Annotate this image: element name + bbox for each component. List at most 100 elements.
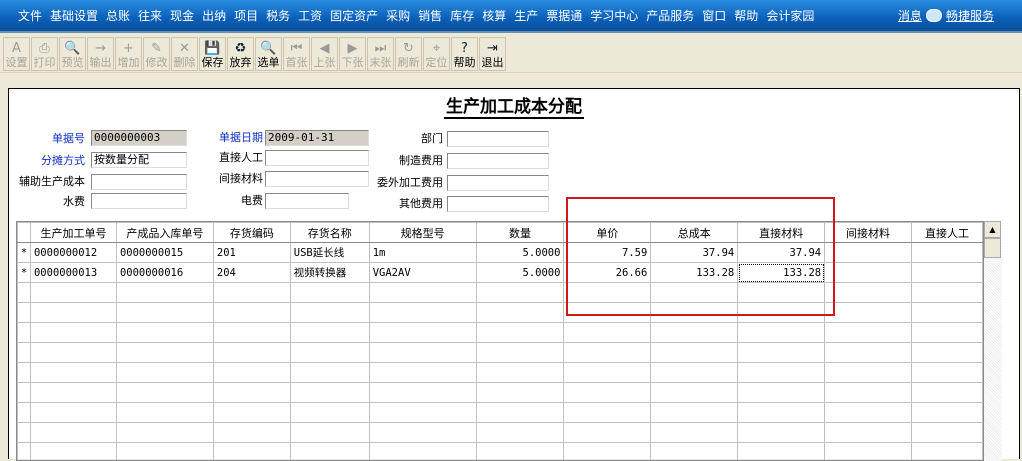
table-cell[interactable] — [290, 283, 369, 303]
dept-field[interactable] — [447, 131, 549, 147]
table-cell[interactable] — [651, 283, 738, 303]
menu-item[interactable]: 帮助 — [734, 7, 758, 24]
table-cell[interactable] — [564, 443, 651, 461]
table-cell[interactable]: 204 — [213, 263, 290, 283]
table-cell[interactable] — [369, 283, 476, 303]
table-cell[interactable] — [30, 443, 116, 461]
table-cell[interactable] — [564, 383, 651, 403]
table-cell[interactable]: USB延长线 — [290, 243, 369, 263]
table-cell[interactable] — [290, 403, 369, 423]
table-cell[interactable]: 5.0000 — [476, 243, 564, 263]
aux-cost-field[interactable] — [91, 174, 187, 190]
table-cell[interactable] — [564, 403, 651, 423]
column-header[interactable]: 单价 — [564, 223, 651, 243]
table-cell[interactable] — [912, 363, 983, 383]
table-cell[interactable] — [213, 403, 290, 423]
table-cell[interactable] — [369, 383, 476, 403]
menu-item[interactable]: 票据通 — [546, 7, 582, 24]
table-cell[interactable]: 5.0000 — [476, 263, 564, 283]
table-cell[interactable]: 视频转换器 — [290, 263, 369, 283]
table-cell[interactable] — [912, 303, 983, 323]
menu-item[interactable]: 税务 — [266, 7, 290, 24]
table-cell[interactable]: 133.28 — [738, 263, 825, 283]
table-row[interactable] — [18, 343, 983, 363]
table-cell[interactable] — [476, 363, 564, 383]
direct-labor-field[interactable] — [265, 150, 369, 166]
service-link[interactable]: 畅捷服务 — [946, 7, 994, 24]
table-cell[interactable] — [116, 383, 213, 403]
table-cell[interactable] — [738, 403, 825, 423]
column-header[interactable]: 数量 — [476, 223, 564, 243]
table-cell[interactable] — [476, 443, 564, 461]
table-cell[interactable] — [912, 323, 983, 343]
table-cell[interactable] — [30, 323, 116, 343]
table-row[interactable] — [18, 283, 983, 303]
table-cell[interactable] — [290, 443, 369, 461]
table-cell[interactable] — [825, 343, 912, 363]
toolbar-button[interactable]: 🔍预览 — [59, 37, 86, 71]
toolbar-button[interactable]: ?帮助 — [451, 37, 478, 71]
table-cell[interactable] — [912, 243, 983, 263]
table-cell[interactable] — [213, 443, 290, 461]
table-cell[interactable] — [116, 363, 213, 383]
doc-date-field[interactable]: 2009-01-31 — [265, 130, 369, 146]
menu-item[interactable]: 出纳 — [202, 7, 226, 24]
menu-item[interactable]: 往来 — [138, 7, 162, 24]
table-cell[interactable] — [476, 343, 564, 363]
table-cell[interactable] — [912, 403, 983, 423]
menu-item[interactable]: 核算 — [482, 7, 506, 24]
table-cell[interactable] — [738, 363, 825, 383]
table-cell[interactable] — [912, 443, 983, 461]
menu-item[interactable]: 基础设置 — [50, 7, 98, 24]
message-link[interactable]: 消息 — [898, 7, 922, 24]
table-cell[interactable] — [825, 243, 912, 263]
table-cell[interactable] — [290, 363, 369, 383]
table-row[interactable]: *00000000120000000015201USB延长线1m5.00007.… — [18, 243, 983, 263]
table-cell[interactable] — [30, 343, 116, 363]
table-row[interactable] — [18, 403, 983, 423]
table-cell[interactable] — [213, 423, 290, 443]
table-cell[interactable] — [564, 303, 651, 323]
toolbar-button[interactable]: +增加 — [115, 37, 142, 71]
water-field[interactable] — [91, 193, 187, 209]
column-header[interactable]: 直接材料 — [738, 223, 825, 243]
table-cell[interactable] — [912, 383, 983, 403]
table-cell[interactable] — [213, 283, 290, 303]
table-cell[interactable] — [30, 383, 116, 403]
menu-item[interactable]: 总账 — [106, 7, 130, 24]
toolbar-button[interactable]: ✕删除 — [171, 37, 198, 71]
table-cell[interactable] — [738, 443, 825, 461]
table-cell[interactable] — [651, 343, 738, 363]
table-cell[interactable] — [651, 403, 738, 423]
table-cell[interactable] — [290, 423, 369, 443]
table-cell[interactable] — [564, 363, 651, 383]
table-cell[interactable] — [476, 423, 564, 443]
table-cell[interactable] — [825, 403, 912, 423]
table-cell[interactable] — [369, 423, 476, 443]
table-cell[interactable] — [476, 283, 564, 303]
toolbar-button[interactable]: ✎修改 — [143, 37, 170, 71]
table-cell[interactable]: 26.66 — [564, 263, 651, 283]
table-cell[interactable] — [825, 383, 912, 403]
table-cell[interactable] — [476, 303, 564, 323]
menu-item[interactable]: 项目 — [234, 7, 258, 24]
table-cell[interactable] — [30, 303, 116, 323]
power-field[interactable] — [265, 193, 349, 209]
table-cell[interactable] — [651, 323, 738, 343]
menu-item[interactable]: 固定资产 — [330, 7, 378, 24]
menu-item[interactable]: 销售 — [418, 7, 442, 24]
table-row[interactable] — [18, 423, 983, 443]
menu-item[interactable]: 学习中心 — [590, 7, 638, 24]
menu-item[interactable]: 工资 — [298, 7, 322, 24]
toolbar-button[interactable]: ↻刷新 — [395, 37, 422, 71]
table-cell[interactable] — [30, 423, 116, 443]
toolbar-button[interactable]: ⎙打印 — [31, 37, 58, 71]
table-cell[interactable] — [369, 323, 476, 343]
table-cell[interactable] — [116, 323, 213, 343]
outsource-field[interactable] — [447, 175, 549, 191]
menu-item[interactable]: 现金 — [170, 7, 194, 24]
table-cell[interactable] — [651, 443, 738, 461]
menu-item[interactable]: 产品服务 — [646, 7, 694, 24]
table-cell[interactable] — [564, 343, 651, 363]
table-cell[interactable] — [290, 303, 369, 323]
